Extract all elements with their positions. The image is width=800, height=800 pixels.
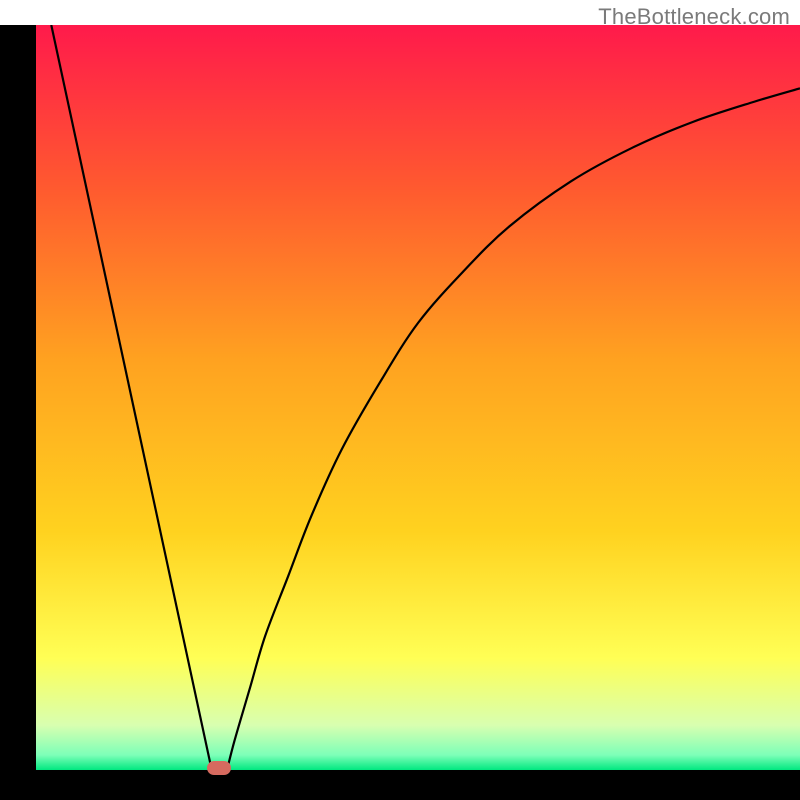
- gradient-background: [36, 25, 800, 770]
- chart-frame: TheBottleneck.com: [0, 0, 800, 800]
- min-marker: [207, 761, 231, 775]
- plot-svg: [36, 25, 800, 770]
- plot-area: [36, 25, 800, 770]
- y-axis-bar: [0, 25, 36, 780]
- x-axis-bar: [0, 770, 800, 800]
